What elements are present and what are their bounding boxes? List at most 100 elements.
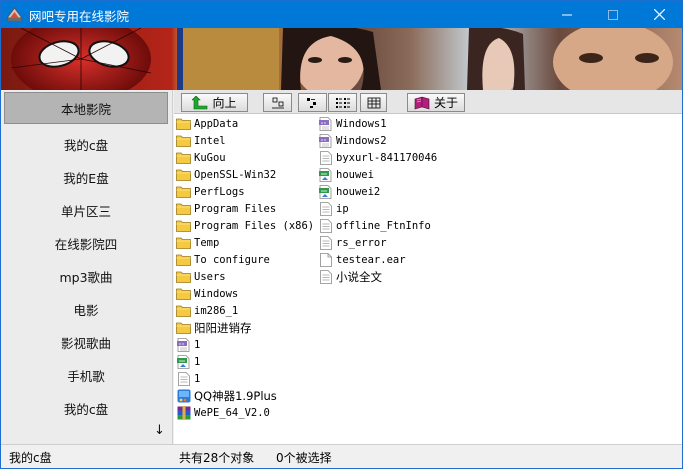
file-name: houwei [336, 168, 374, 181]
list-view-button[interactable] [328, 93, 357, 112]
file-name: offline_FtnInfo [336, 219, 431, 232]
details-view-button[interactable] [360, 93, 387, 112]
folder-icon [176, 287, 191, 301]
text-file-icon [318, 235, 333, 250]
book-icon [414, 96, 430, 109]
file-name: Intel [194, 134, 226, 147]
jpg-file-icon [318, 184, 333, 199]
list-item[interactable]: 1 [176, 336, 200, 353]
file-browser: 向上 关于 AppData Intel KuGou OpenSSL-Win32 [174, 90, 682, 444]
folder-icon [176, 185, 191, 199]
list-item[interactable]: 阳阳进销存 [176, 319, 252, 336]
app-icon [176, 389, 191, 403]
list-item[interactable]: ip [318, 200, 349, 217]
small-icons-icon [306, 97, 316, 108]
text-file-icon [318, 150, 333, 165]
jpg-file-icon [176, 354, 191, 369]
list-item[interactable]: Windows1 [318, 115, 387, 132]
sidebar-item-film-songs[interactable]: 影视歌曲 [4, 326, 168, 358]
minimize-icon [562, 14, 572, 15]
list-item[interactable]: AppData [176, 115, 238, 132]
window-title: 网吧专用在线影院 [29, 9, 130, 24]
file-name: 小说全文 [336, 269, 382, 284]
close-button[interactable] [636, 1, 682, 28]
list-item[interactable]: Intel [176, 132, 226, 149]
sidebar-item-c-drive[interactable]: 我的c盘 [4, 128, 168, 160]
list-item[interactable]: QQ神器1.9Plus [176, 387, 277, 404]
list-item[interactable]: WePE_64_V2.0 [176, 404, 270, 421]
file-name: ip [336, 202, 349, 215]
text-file-icon [318, 269, 333, 284]
list-item[interactable]: offline_FtnInfo [318, 217, 431, 234]
winrar-icon [176, 405, 191, 420]
list-item[interactable]: Program Files (x86) [176, 217, 314, 234]
sidebar-item-label: 手机歌 [67, 368, 105, 384]
file-name: KuGou [194, 151, 226, 164]
list-item[interactable]: KuGou [176, 149, 226, 166]
jpg-file-icon [318, 167, 333, 182]
list-item[interactable]: rs_error [318, 234, 387, 251]
list-item[interactable]: testear.ear [318, 251, 406, 268]
list-view-icon [335, 97, 350, 108]
folder-icon [176, 151, 191, 165]
sidebar-item-label: 我的c盘 [63, 137, 109, 153]
list-item[interactable]: im286_1 [176, 302, 238, 319]
scroll-down-arrow-icon[interactable]: ↓ [154, 423, 165, 438]
folder-icon [176, 134, 191, 148]
folder-icon [176, 168, 191, 182]
sidebar-item-c-drive-2[interactable]: 我的c盘 [4, 392, 168, 424]
list-item[interactable]: houwei [318, 166, 374, 183]
maximize-button[interactable] [590, 1, 636, 28]
file-name: Program Files [194, 202, 277, 215]
list-item[interactable]: byxurl-841170046 [318, 149, 437, 166]
file-name: testear.ear [336, 253, 406, 266]
sidebar-item-local-cinema[interactable]: 本地影院 [4, 92, 168, 124]
status-object-count: 共有28个对象 [179, 451, 255, 465]
list-item[interactable]: 1 [176, 370, 200, 387]
sidebar-item-label: 影视歌曲 [60, 335, 111, 351]
php-file-icon [318, 116, 333, 131]
file-name: 阳阳进销存 [194, 320, 252, 335]
file-name: Windows2 [336, 134, 387, 147]
sidebar-item-area-three[interactable]: 单片区三 [4, 194, 168, 226]
title-bar[interactable]: 网吧专用在线影院 [1, 1, 682, 28]
maximize-icon [608, 9, 618, 20]
about-button-label: 关于 [433, 96, 458, 110]
list-item[interactable]: Program Files [176, 200, 276, 217]
folder-icon [176, 321, 191, 335]
up-button-label: 向上 [212, 96, 237, 110]
sidebar-item-label: 我的c盘 [63, 401, 109, 417]
sidebar-item-movies[interactable]: 电影 [4, 293, 168, 325]
list-item[interactable]: PerfLogs [176, 183, 245, 200]
list-item[interactable]: 1 [176, 353, 200, 370]
file-name: 1 [194, 372, 201, 385]
file-name: houwei2 [336, 185, 381, 198]
list-item[interactable]: OpenSSL-Win32 [176, 166, 276, 183]
list-item[interactable]: 小说全文 [318, 268, 382, 285]
list-item[interactable]: Temp [176, 234, 219, 251]
list-item[interactable]: Windows [176, 285, 238, 302]
php-file-icon [318, 133, 333, 148]
php-file-icon [176, 337, 191, 352]
list-item[interactable]: Users [176, 268, 226, 285]
file-name: byxurl-841170046 [336, 151, 438, 164]
sidebar-item-online-cinema-four[interactable]: 在线影院四 [4, 227, 168, 259]
list-item[interactable]: houwei2 [318, 183, 380, 200]
list-item[interactable]: To configure [176, 251, 270, 268]
up-button[interactable]: 向上 [181, 93, 248, 112]
sidebar-item-mobile-songs[interactable]: 手机歌 [4, 359, 168, 391]
up-arrow-icon [192, 95, 208, 109]
file-name: To configure [194, 253, 270, 266]
status-bar: 我的c盘 共有28个对象 0个被选择 [1, 444, 682, 468]
file-name: WePE_64_V2.0 [194, 406, 270, 419]
small-icons-view-button[interactable] [298, 93, 327, 112]
sidebar-item-label: mp3歌曲 [59, 269, 113, 285]
sidebar-item-e-drive[interactable]: 我的E盘 [4, 161, 168, 193]
sidebar-item-mp3-songs[interactable]: mp3歌曲 [4, 260, 168, 292]
about-button[interactable]: 关于 [407, 93, 465, 112]
minimize-button[interactable] [544, 1, 590, 28]
list-item[interactable]: Windows2 [318, 132, 387, 149]
file-name: Windows1 [336, 117, 387, 130]
file-name: Program Files (x86) [194, 219, 315, 232]
large-icons-view-button[interactable] [263, 93, 292, 112]
